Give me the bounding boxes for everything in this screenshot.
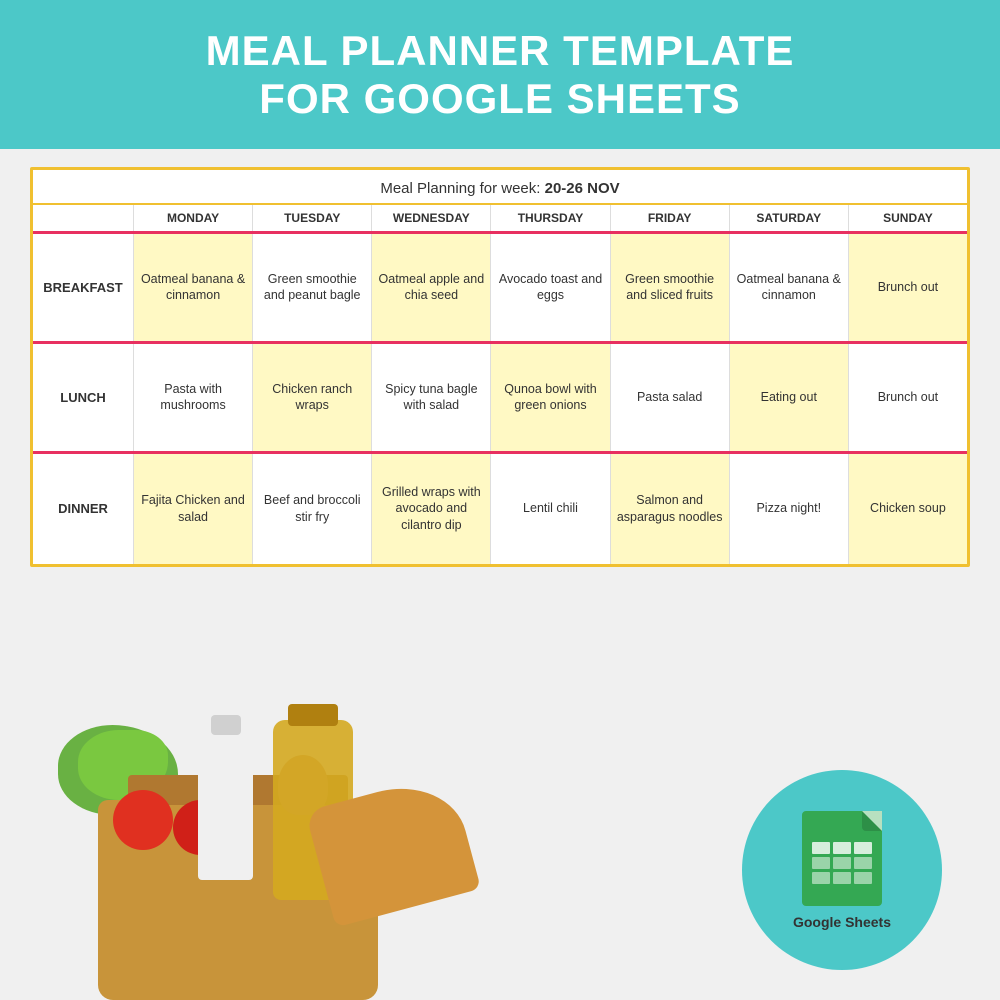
bottle1-top — [211, 715, 241, 735]
grid-cell — [833, 872, 851, 884]
grid-cell — [812, 857, 830, 869]
grid-cell — [833, 857, 851, 869]
main-content: Meal Planning for week: 20-26 NOV MONDAY… — [0, 149, 1000, 1000]
bottom-section: Google Sheets — [18, 567, 982, 1000]
bottle2-top — [288, 704, 338, 726]
meal-food-cell: Chicken ranch wraps — [252, 344, 371, 451]
day-header-cell: FRIDAY — [610, 205, 729, 231]
meal-food-cell: Green smoothie and sliced fruits — [610, 234, 729, 341]
title-line2: for GOOGLE SHEETS — [20, 74, 980, 124]
day-header-cell: WEDNESDAY — [371, 205, 490, 231]
week-dates: 20-26 NOV — [545, 180, 620, 197]
grid-cell — [812, 842, 830, 854]
day-header-cell: SATURDAY — [729, 205, 848, 231]
icon-fold — [862, 811, 882, 831]
meal-label: DINNER — [33, 454, 133, 564]
title-banner: MEAL PLANNER TEMPLATE for GOOGLE SHEETS — [0, 0, 1000, 149]
meal-food-cell: Eating out — [729, 344, 848, 451]
google-sheets-badge[interactable]: Google Sheets — [742, 770, 942, 970]
title-line1: MEAL PLANNER TEMPLATE — [20, 28, 980, 74]
grid-cell — [854, 872, 872, 884]
bottle1-shape — [198, 730, 253, 880]
grocery-illustration — [18, 700, 578, 1000]
meal-food-cell: Brunch out — [848, 234, 967, 341]
meal-food-cell: Avocado toast and eggs — [490, 234, 609, 341]
meal-food-cell: Fajita Chicken and salad — [133, 454, 252, 564]
meal-food-cell: Oatmeal apple and chia seed — [371, 234, 490, 341]
tomato1-shape — [113, 790, 173, 850]
grid-cell — [833, 842, 851, 854]
grid-cell — [854, 842, 872, 854]
meal-food-cell: Pizza night! — [729, 454, 848, 564]
days-header-row: MONDAYTUESDAYWEDNESDAYTHURSDAYFRIDAYSATU… — [33, 205, 967, 234]
meal-food-cell: Lentil chili — [490, 454, 609, 564]
meal-food-cell: Oatmeal banana & cinnamon — [133, 234, 252, 341]
day-header-cell: THURSDAY — [490, 205, 609, 231]
icon-grid — [812, 842, 872, 894]
week-header: Meal Planning for week: 20-26 NOV — [33, 170, 967, 205]
meal-food-cell: Spicy tuna bagle with salad — [371, 344, 490, 451]
meal-label: BREAKFAST — [33, 234, 133, 341]
meal-food-cell: Brunch out — [848, 344, 967, 451]
grid-cell — [812, 872, 830, 884]
day-header-cell: MONDAY — [133, 205, 252, 231]
day-header-cell: TUESDAY — [252, 205, 371, 231]
header-empty-cell — [33, 205, 133, 231]
meal-rows: BREAKFASTOatmeal banana & cinnamonGreen … — [33, 234, 967, 564]
meal-food-cell: Grilled wraps with avocado and cilantro … — [371, 454, 490, 564]
week-label: Meal Planning for week: — [380, 180, 540, 197]
page-wrapper: MEAL PLANNER TEMPLATE for GOOGLE SHEETS … — [0, 0, 1000, 1000]
meal-food-cell: Green smoothie and peanut bagle — [252, 234, 371, 341]
meal-food-cell: Qunoa bowl with green onions — [490, 344, 609, 451]
google-sheets-icon — [802, 811, 882, 906]
meal-food-cell: Salmon and asparagus noodles — [610, 454, 729, 564]
google-sheets-label: Google Sheets — [793, 914, 891, 930]
meal-food-cell: Beef and broccoli stir fry — [252, 454, 371, 564]
meal-food-cell: Pasta with mushrooms — [133, 344, 252, 451]
grid-cell — [854, 857, 872, 869]
meal-food-cell: Oatmeal banana & cinnamon — [729, 234, 848, 341]
day-header-cell: SUNDAY — [848, 205, 967, 231]
meal-planner-table: Meal Planning for week: 20-26 NOV MONDAY… — [30, 167, 970, 567]
meal-food-cell: Chicken soup — [848, 454, 967, 564]
meal-row: LUNCHPasta with mushroomsChicken ranch w… — [33, 344, 967, 454]
meal-food-cell: Pasta salad — [610, 344, 729, 451]
meal-row: BREAKFASTOatmeal banana & cinnamonGreen … — [33, 234, 967, 344]
meal-row: DINNERFajita Chicken and saladBeef and b… — [33, 454, 967, 564]
meal-label: LUNCH — [33, 344, 133, 451]
